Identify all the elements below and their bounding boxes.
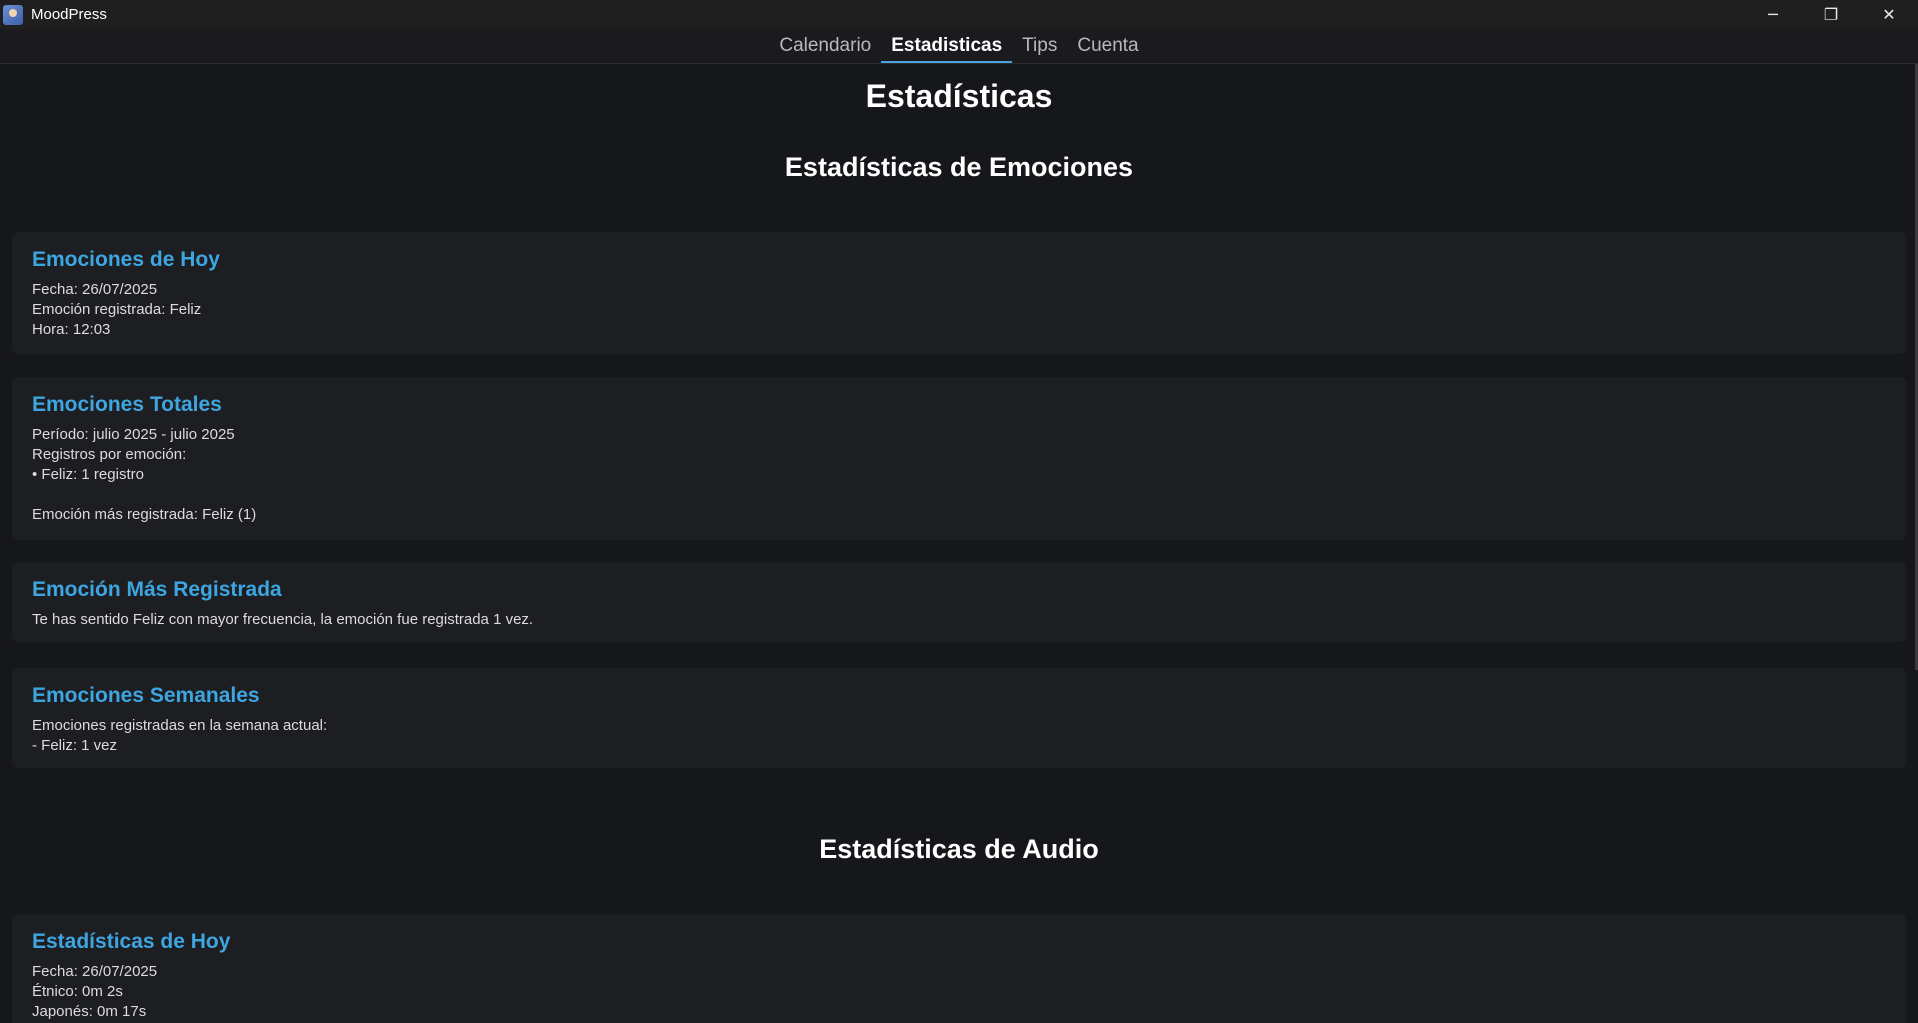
- card-line: Emociones registradas en la semana actua…: [32, 717, 328, 734]
- card-emociones-semanales: Emociones Semanales Emociones registrada…: [12, 668, 1906, 768]
- card-title: Emociones Semanales: [32, 684, 260, 707]
- card-line: Emoción más registrada: Feliz (1): [32, 506, 257, 523]
- card-line: Étnico: 0m 2s: [32, 983, 123, 1000]
- card-estadisticas-hoy: Estadísticas de Hoy Fecha: 26/07/2025 Ét…: [12, 914, 1906, 1023]
- card-title: Emociones de Hoy: [32, 248, 220, 271]
- card-line: - Feliz: 1 vez: [32, 737, 118, 754]
- card-title: Emociones Totales: [32, 393, 222, 416]
- card-emociones-totales: Emociones Totales Período: julio 2025 - …: [12, 377, 1906, 540]
- card-emociones-hoy: Emociones de Hoy Fecha: 26/07/2025 Emoci…: [12, 232, 1906, 354]
- card-line: [32, 485, 1886, 505]
- card-emocion-mas-registrada: Emoción Más Registrada Te has sentido Fe…: [12, 562, 1906, 642]
- window-title: MoodPress: [31, 6, 107, 23]
- card-line: Japonés: 0m 17s: [32, 1003, 147, 1020]
- card-title: Estadísticas de Hoy: [32, 930, 231, 953]
- card-title: Emoción Más Registrada: [32, 578, 282, 601]
- title-bar: MoodPress ─ ❐ ✕: [0, 0, 1918, 29]
- minimize-button[interactable]: ─: [1744, 0, 1802, 29]
- tab-tips[interactable]: Tips: [1012, 29, 1067, 63]
- tab-cuenta[interactable]: Cuenta: [1067, 29, 1148, 63]
- card-line: Emoción registrada: Feliz: [32, 301, 202, 318]
- card-line: Fecha: 26/07/2025: [32, 281, 158, 298]
- audio-section-title: Estadísticas de Audio: [819, 834, 1099, 864]
- emotions-section-title: Estadísticas de Emociones: [784, 152, 1134, 182]
- close-button[interactable]: ✕: [1860, 0, 1918, 29]
- card-line: Período: julio 2025 - julio 2025: [32, 426, 235, 443]
- maximize-button[interactable]: ❐: [1802, 0, 1860, 29]
- tab-calendario[interactable]: Calendario: [769, 29, 881, 63]
- tab-estadisticas[interactable]: Estadisticas: [881, 29, 1013, 63]
- stats-content[interactable]: Estadísticas Estadísticas de Emociones E…: [0, 64, 1918, 1023]
- card-line: Registros por emoción:: [32, 446, 187, 463]
- card-line: Te has sentido Feliz con mayor frecuenci…: [32, 611, 534, 628]
- card-line: Fecha: 26/07/2025: [32, 963, 158, 980]
- page-title: Estadísticas: [865, 78, 1053, 114]
- window-controls: ─ ❐ ✕: [1744, 0, 1918, 29]
- card-line: • Feliz: 1 registro: [32, 466, 144, 483]
- tab-bar: Calendario Estadisticas Tips Cuenta: [0, 29, 1918, 64]
- app-logo-icon: [3, 4, 23, 25]
- card-line: Hora: 12:03: [32, 321, 111, 338]
